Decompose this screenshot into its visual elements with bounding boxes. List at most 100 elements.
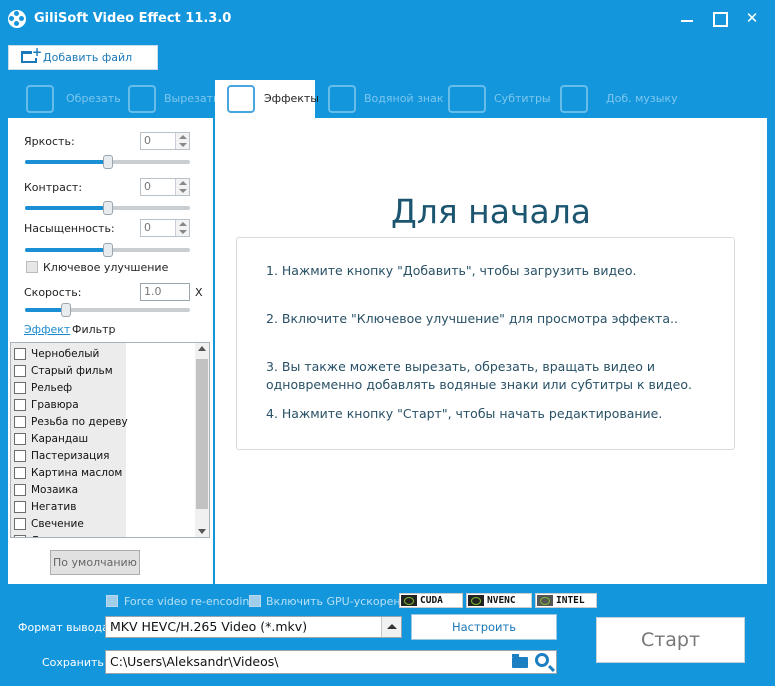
scroll-down-icon[interactable]	[198, 529, 206, 534]
force-reencode-label: Force video re-encoding	[124, 595, 257, 608]
effect-checkbox[interactable]	[14, 365, 26, 377]
effect-item[interactable]: Рельеф	[14, 380, 126, 397]
intel-logo-icon	[537, 595, 553, 606]
effect-item[interactable]: Мозаика	[14, 482, 126, 499]
nvidia-logo-icon	[401, 595, 417, 606]
contrast-slider[interactable]	[25, 201, 190, 215]
slider-thumb[interactable]	[102, 243, 113, 257]
app-logo-icon	[8, 10, 26, 28]
scrollbar-thumb[interactable]	[196, 359, 208, 509]
magic-wand-icon	[227, 85, 255, 113]
save-path-value: C:\Users\Aleksandr\Videos\	[110, 654, 279, 669]
page-title: Для начала	[390, 192, 592, 231]
settings-button[interactable]: Настроить	[411, 614, 557, 640]
effect-checkbox[interactable]	[14, 484, 26, 496]
subtitle-icon	[448, 85, 486, 113]
speed-value: 1.0	[144, 285, 162, 298]
tab-subtitles[interactable]: Субтитры	[448, 80, 552, 118]
effect-checkbox[interactable]	[14, 416, 26, 428]
effect-item[interactable]: Свечение	[14, 516, 126, 533]
speed-input[interactable]: 1.0	[140, 283, 190, 301]
scroll-up-icon[interactable]	[198, 346, 206, 351]
speed-slider[interactable]	[25, 303, 190, 317]
instructions-box: 1. Нажмите кнопку "Добавить", чтобы загр…	[236, 237, 735, 450]
intel-badge: INTEL	[535, 593, 597, 608]
tab-label: Водяной знак	[364, 92, 444, 105]
save-label: Сохранить:	[42, 656, 108, 669]
tab-effects[interactable]: Эффекты	[215, 80, 319, 118]
effect-checkbox[interactable]	[14, 399, 26, 411]
effect-label: Свечение	[31, 518, 84, 530]
saturation-slider[interactable]	[25, 243, 190, 257]
effect-checkbox[interactable]	[14, 467, 26, 479]
force-reencode-checkbox[interactable]	[106, 595, 118, 607]
instruction-3: 3. Вы также можете вырезать, обрезать, в…	[266, 359, 692, 392]
stepper-value: 0	[144, 134, 151, 147]
effect-label: Гравюра	[31, 399, 79, 411]
search-icon[interactable]	[535, 653, 549, 667]
key-enhance-checkbox[interactable]	[26, 261, 38, 273]
save-path-field[interactable]: C:\Users\Aleksandr\Videos\	[105, 650, 557, 674]
effect-checkbox[interactable]	[14, 348, 26, 360]
effect-item[interactable]: Гравюра	[14, 397, 126, 414]
minimize-icon[interactable]	[675, 6, 699, 30]
effect-checkbox[interactable]	[14, 450, 26, 462]
tab-crop[interactable]: Обрезать	[26, 80, 122, 118]
speed-label: Скорость:	[24, 286, 82, 299]
badge-label: NVENC	[487, 595, 516, 606]
dropdown-arrow-icon[interactable]	[381, 617, 401, 637]
effect-item[interactable]: Карандаш	[14, 431, 126, 448]
effect-item[interactable]: Резьба по дереву	[14, 414, 128, 431]
effect-checkbox[interactable]	[14, 518, 26, 530]
gpu-accel-checkbox[interactable]	[249, 595, 261, 607]
effect-label: Пастеризация	[31, 450, 110, 462]
tab-effect-list[interactable]: Эффект	[24, 323, 70, 336]
slider-thumb[interactable]	[102, 155, 113, 169]
tab-label: Обрезать	[66, 92, 121, 105]
effects-panel: Яркость: 0 Контраст: 0 Насыщенность: 0 К…	[8, 118, 213, 584]
brightness-slider[interactable]	[25, 155, 190, 169]
effect-item[interactable]: Старый фильм	[14, 363, 126, 380]
effect-checkbox[interactable]	[14, 433, 26, 445]
brightness-stepper[interactable]: 0	[140, 132, 190, 150]
effect-item[interactable]: Дымка	[14, 533, 126, 537]
tab-add-music[interactable]: Доб. музыку	[560, 80, 680, 118]
spin-arrows-icon[interactable]	[175, 179, 189, 195]
effect-checkbox[interactable]	[14, 535, 26, 537]
add-file-label: Добавить файл	[43, 51, 133, 64]
effect-item[interactable]: Негатив	[14, 499, 126, 516]
start-button[interactable]: Старт	[596, 617, 745, 663]
folder-icon[interactable]	[512, 654, 528, 668]
spin-arrows-icon[interactable]	[175, 133, 189, 149]
crop-icon	[26, 85, 54, 113]
format-value: MKV HEVC/H.265 Video (*.mkv)	[110, 619, 308, 634]
tab-label: Доб. музыку	[606, 92, 678, 105]
effect-checkbox[interactable]	[14, 501, 26, 513]
effect-list[interactable]: Чернобелый Старый фильм Рельеф Гравюра Резьб…	[10, 342, 210, 538]
effect-item[interactable]: Картина маслом	[14, 465, 126, 482]
tab-filter-list[interactable]: Фильтр	[72, 323, 116, 336]
effect-item[interactable]: Чернобелый	[14, 346, 126, 363]
reset-default-button[interactable]: По умолчанию	[50, 550, 140, 575]
key-enhance-label: Ключевое улучшение	[43, 261, 169, 274]
tab-label: Субтитры	[494, 92, 551, 105]
close-icon[interactable]: ✕	[740, 6, 764, 30]
slider-thumb[interactable]	[61, 303, 72, 317]
spin-arrows-icon[interactable]	[175, 220, 189, 236]
format-label: Формат вывода:	[18, 621, 113, 634]
contrast-label: Контраст:	[24, 181, 83, 194]
slider-thumb[interactable]	[102, 201, 113, 215]
tab-watermark[interactable]: Водяной знак	[328, 80, 444, 118]
tab-cut[interactable]: Вырезать	[128, 80, 219, 118]
scrollbar[interactable]	[195, 343, 209, 537]
output-format-select[interactable]: MKV HEVC/H.265 Video (*.mkv)	[105, 616, 402, 638]
effect-item[interactable]: Пастеризация	[14, 448, 126, 465]
saturation-stepper[interactable]: 0	[140, 219, 190, 237]
preview-panel: Для начала 1. Нажмите кнопку "Добавить",…	[215, 118, 767, 584]
maximize-icon[interactable]	[707, 6, 731, 30]
effect-label: Дымка	[31, 535, 68, 537]
effect-checkbox[interactable]	[14, 382, 26, 394]
plus-icon: +	[32, 45, 43, 59]
add-file-button[interactable]: + Добавить файл	[8, 45, 158, 70]
contrast-stepper[interactable]: 0	[140, 178, 190, 196]
